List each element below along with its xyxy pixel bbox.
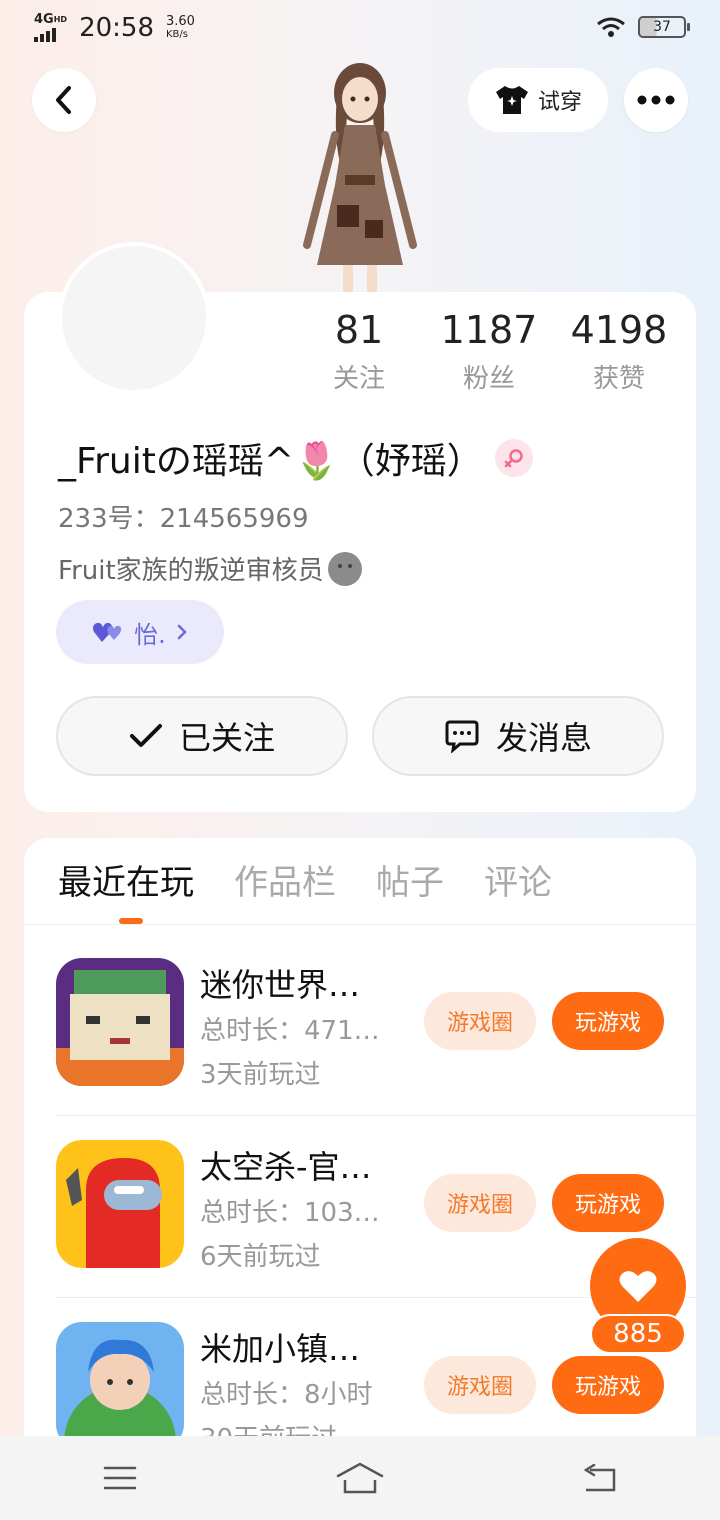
network-indicator: 4G HD (34, 12, 68, 42)
battery-level: 37 (653, 19, 671, 35)
game-name: 太空杀-官… (200, 1148, 372, 1186)
system-nav-bar (0, 1436, 720, 1520)
chat-bubble-icon (445, 720, 479, 753)
stat-followers[interactable]: 1187 粉丝 (424, 306, 554, 395)
game-circle-button[interactable]: 游戏圈 (424, 1174, 536, 1232)
recent-apps-button[interactable] (80, 1448, 160, 1508)
tab-comments[interactable]: 评论 (484, 858, 552, 924)
tab-posts[interactable]: 帖子 (376, 858, 444, 924)
play-game-button[interactable]: 玩游戏 (552, 1174, 664, 1232)
action-buttons: 已关注 发消息 (56, 696, 664, 776)
game-circle-button[interactable]: 游戏圈 (424, 1356, 536, 1414)
game-circle-button[interactable]: 游戏圈 (424, 992, 536, 1050)
avatar-character-image[interactable] (285, 55, 435, 295)
stat-label: 粉丝 (462, 364, 515, 394)
menu-icon (103, 1466, 137, 1490)
chevron-left-icon (56, 86, 71, 114)
tab-divider (24, 924, 696, 925)
smile-emoji-icon (327, 551, 362, 586)
network-suffix: HD (53, 15, 68, 24)
heart-icon (619, 1271, 657, 1302)
status-bar: 4G HD 20:58 3.60 KB/s 37 (0, 0, 720, 56)
network-type: 4G (34, 12, 54, 27)
more-button[interactable] (624, 68, 688, 132)
game-total-time: 总时长：8小时 (200, 1380, 373, 1410)
game-icon-space-kill[interactable] (56, 1140, 184, 1268)
speed-value: 3.60 (166, 14, 195, 29)
nickname-row: _Fruitの瑶瑶^🌷（妤瑶） (58, 432, 533, 484)
game-icon-mini-world[interactable] (56, 958, 184, 1086)
game-last-played: 6天前玩过 (200, 1242, 321, 1272)
game-total-time: 总时长：471… (200, 1016, 380, 1046)
relation-tag-label: 怡. (134, 620, 166, 649)
back-button[interactable] (32, 68, 96, 132)
play-game-button[interactable]: 玩游戏 (552, 992, 664, 1050)
tab-bar: 最近在玩 作品栏 帖子 评论 (58, 858, 552, 924)
try-on-button[interactable]: 试穿 (468, 68, 608, 132)
stat-likes[interactable]: 4198 获赞 (554, 306, 684, 395)
message-button[interactable]: 发消息 (372, 696, 664, 776)
game-total-time: 总时长：103… (200, 1198, 380, 1228)
home-icon (336, 1462, 384, 1494)
stat-value: 1187 (440, 308, 538, 352)
signal-icon (34, 26, 67, 42)
profile-stats: 81 关注 1187 粉丝 4198 获赞 (294, 306, 684, 395)
back-arrow-icon (583, 1464, 616, 1492)
user-id: 233号：214565969 (58, 504, 309, 534)
home-button[interactable] (320, 1448, 400, 1508)
bio-row: Fruit家族的叛逆审核员 (58, 550, 362, 587)
try-on-label: 试穿 (537, 90, 582, 115)
stat-value: 4198 (570, 308, 668, 352)
stat-value: 81 (334, 308, 384, 352)
check-icon (129, 724, 162, 747)
speed-unit: KB/s (166, 29, 188, 40)
like-count: 885 (590, 1314, 686, 1354)
game-name: 迷你世界… (200, 966, 361, 1004)
bio-text: Fruit家族的叛逆审核员 (58, 556, 324, 586)
wifi-icon (597, 17, 625, 37)
avatar[interactable] (58, 242, 210, 394)
game-row[interactable]: 迷你世界… 总时长：471… 3天前玩过 游戏圈 玩游戏 (56, 934, 696, 1116)
nickname: _Fruitの瑶瑶^🌷（妤瑶） (58, 441, 483, 482)
game-icon-miga-town[interactable] (56, 1322, 184, 1450)
tab-recently-played[interactable]: 最近在玩 (58, 858, 194, 924)
stat-following[interactable]: 81 关注 (294, 306, 424, 395)
stat-label: 获赞 (592, 364, 645, 394)
game-last-played: 3天前玩过 (200, 1060, 321, 1090)
clock: 20:58 (79, 13, 154, 43)
content-card: 最近在玩 作品栏 帖子 评论 迷你世界… 总时长：471… 3天前玩过 游戏圈 … (24, 838, 696, 1478)
stat-label: 关注 (332, 364, 385, 394)
play-game-button[interactable]: 玩游戏 (552, 1356, 664, 1414)
game-name: 米加小镇… (200, 1330, 361, 1368)
gender-female-icon (494, 439, 533, 477)
double-heart-icon (93, 622, 122, 642)
chevron-right-icon (177, 624, 187, 640)
more-dots-icon (637, 95, 675, 105)
battery-indicator: 37 (638, 16, 690, 38)
profile-card: 81 关注 1187 粉丝 4198 获赞 _Fruitの瑶瑶^🌷（妤瑶） 23… (24, 242, 696, 812)
tab-works[interactable]: 作品栏 (234, 858, 336, 924)
follow-label: 已关注 (178, 719, 275, 757)
message-label: 发消息 (495, 719, 592, 757)
system-back-button[interactable] (560, 1448, 640, 1508)
shirt-icon (495, 86, 528, 114)
follow-button[interactable]: 已关注 (56, 696, 348, 776)
network-speed: 3.60 KB/s (166, 15, 195, 41)
relation-tag[interactable]: 怡. (56, 600, 224, 664)
